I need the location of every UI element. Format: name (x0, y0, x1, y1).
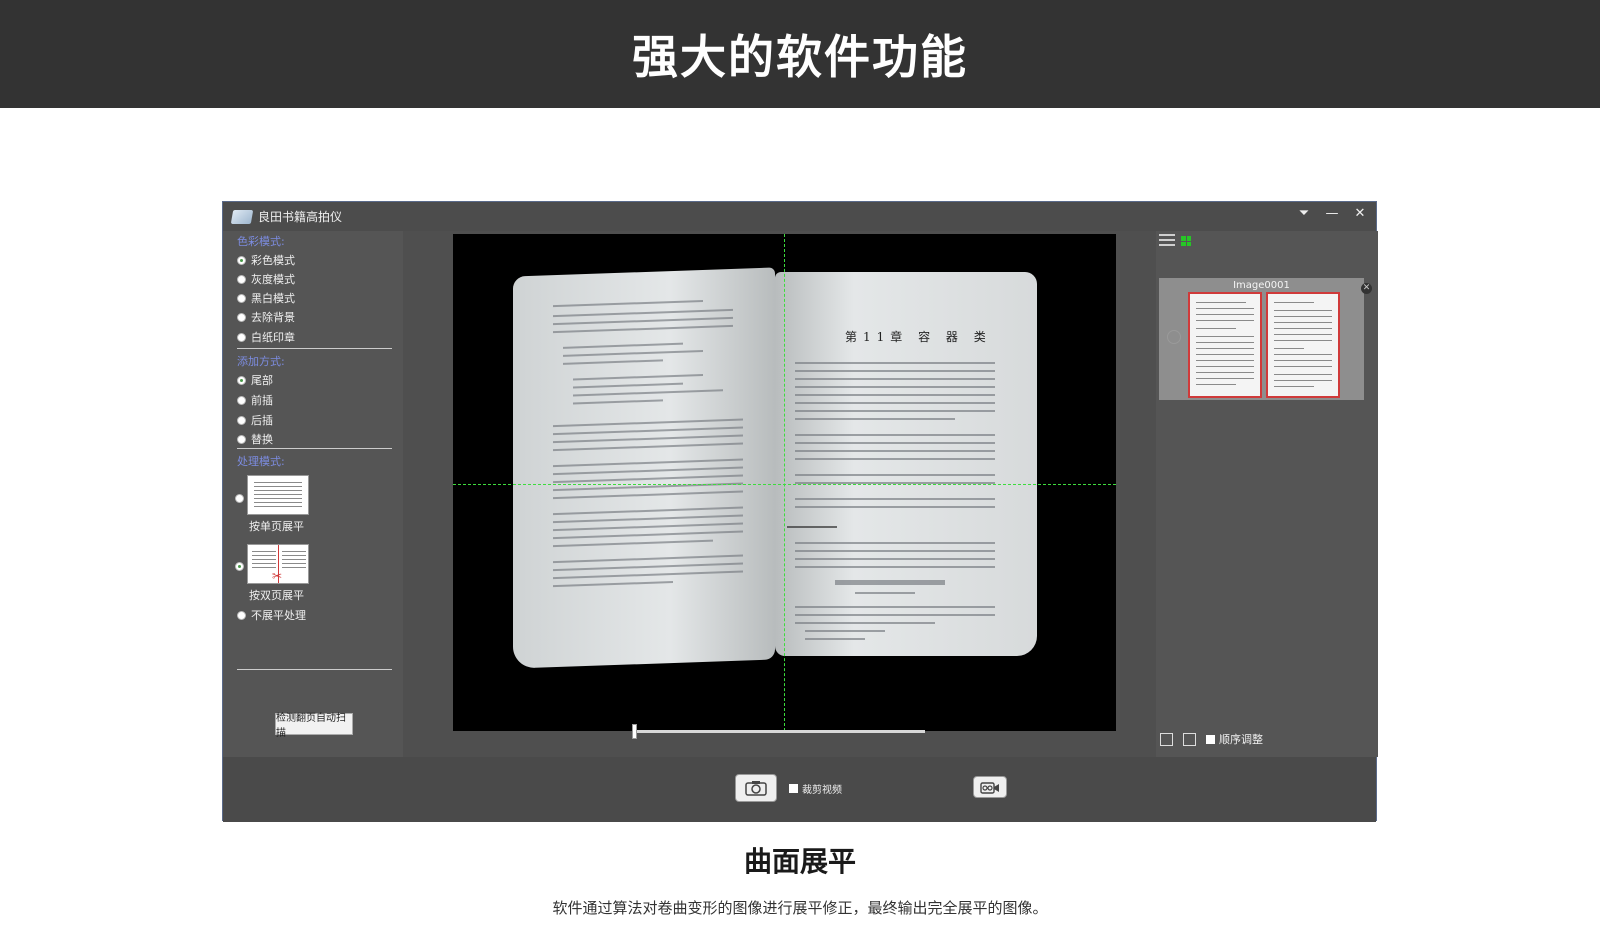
option-label: 替换 (251, 433, 273, 446)
radio[interactable] (237, 274, 246, 284)
settings-panel: 色彩模式: 彩色模式 灰度模式 黑白模式 去除背景 白纸印章 添加方式: 尾部 … (223, 231, 403, 757)
radio[interactable] (237, 293, 246, 303)
add-mode-option[interactable]: 替换 (237, 431, 273, 447)
feature-description: 软件通过算法对卷曲变形的图像进行展平修正，最终输出完全展平的图像。 (552, 899, 1048, 917)
radio[interactable] (237, 395, 246, 405)
radio[interactable] (237, 610, 246, 620)
thumbnail-toolbar: 顺序调整 (1160, 731, 1263, 747)
process-mode-label: 处理模式: (237, 455, 285, 468)
add-mode-option[interactable]: 前插 (237, 392, 273, 408)
option-label: 去除背景 (251, 311, 295, 324)
left-page (513, 267, 775, 669)
camera-icon (745, 781, 767, 796)
divider (237, 669, 392, 670)
option-label: 后插 (251, 414, 273, 427)
thumbnail-panel: Image0001 ✕ 顺序调整 (1156, 231, 1378, 757)
option-label: 灰度模式 (251, 273, 295, 286)
app-title: 良田书籍高拍仪 (258, 210, 343, 224)
color-mode-option[interactable]: 白纸印章 (237, 329, 295, 345)
horizontal-guide-line (453, 484, 1116, 485)
preview-area: 第11章 容 器 类 (403, 231, 1156, 757)
app-window: 良田书籍高拍仪 ⏷ — ✕ 色彩模式: 彩色模式 灰度模式 黑白模式 去除背景 … (222, 201, 1378, 822)
title-bar: 良田书籍高拍仪 ⏷ — ✕ (223, 202, 1376, 231)
no-flatten-option[interactable]: 不展平处理 (237, 607, 306, 623)
detail-list-icon[interactable] (1160, 732, 1173, 746)
video-record-icon (980, 781, 999, 794)
radio[interactable] (235, 494, 244, 503)
detect-page-turn-button[interactable]: 检测翻页自动扫描 (275, 713, 353, 739)
option-label: 彩色模式 (251, 254, 295, 267)
grid-view-icon[interactable] (1179, 234, 1193, 248)
camera-preview[interactable]: 第11章 容 器 类 (453, 234, 1116, 731)
radio-selected[interactable] (237, 375, 246, 385)
single-page-preview[interactable] (247, 475, 309, 515)
checkbox[interactable] (789, 784, 798, 793)
thumbnail-page-right (1266, 292, 1340, 398)
right-page: 第11章 容 器 类 (775, 272, 1037, 656)
color-mode-option[interactable]: 彩色模式 (237, 252, 295, 268)
capture-button[interactable] (735, 774, 777, 802)
radio[interactable] (237, 332, 246, 342)
window-controls: ⏷ — ✕ (1296, 206, 1368, 221)
crop-video-checkbox[interactable]: 裁剪视频 (789, 781, 842, 796)
add-mode-option[interactable]: 后插 (237, 412, 273, 428)
color-mode-option[interactable]: 灰度模式 (237, 271, 295, 287)
zoom-slider[interactable] (635, 730, 925, 733)
scanned-book-image: 第11章 容 器 类 (513, 267, 1038, 669)
single-page-label: 按单页展平 (249, 520, 304, 533)
divider (237, 448, 392, 449)
option-label: 黑白模式 (251, 292, 295, 305)
thumbnail-select[interactable] (1167, 330, 1181, 344)
divider (237, 348, 392, 349)
top-banner: 强大的软件功能 (0, 0, 1600, 108)
radio[interactable] (237, 434, 246, 444)
color-mode-label: 色彩模式: (237, 235, 285, 248)
feature-title: 曲面展平 (743, 845, 856, 878)
option-label: 不展平处理 (251, 609, 306, 622)
double-page-label: 按双页展平 (249, 589, 304, 602)
dropdown-icon[interactable]: ⏷ (1296, 206, 1312, 221)
thumbnail-name: Image0001 (1233, 280, 1290, 291)
color-mode-option[interactable]: 去除背景 (237, 309, 295, 325)
close-button[interactable]: ✕ (1352, 206, 1368, 221)
radio-selected[interactable] (235, 562, 244, 571)
list-view-icon[interactable] (1159, 234, 1175, 248)
option-label: 尾部 (251, 374, 273, 387)
option-label: 白纸印章 (251, 331, 295, 344)
add-mode-option[interactable]: 尾部 (237, 372, 273, 388)
option-label: 前插 (251, 394, 273, 407)
book-icon (230, 209, 254, 224)
vertical-guide-line (784, 234, 785, 731)
banner-title: 强大的软件功能 (632, 30, 968, 84)
add-mode-label: 添加方式: (237, 355, 285, 368)
crop-video-label: 裁剪视频 (802, 785, 842, 796)
thumbnail-item[interactable]: Image0001 (1159, 278, 1364, 400)
minimize-button[interactable]: — (1324, 206, 1340, 221)
radio[interactable] (237, 415, 246, 425)
slider-handle[interactable] (632, 724, 637, 739)
view-toggle (1159, 234, 1193, 248)
remove-thumbnail-icon[interactable]: ✕ (1361, 283, 1372, 294)
color-mode-option[interactable]: 黑白模式 (237, 290, 295, 306)
capture-toolbar: 裁剪视频 (223, 757, 1376, 822)
chapter-heading: 第11章 容 器 类 (845, 330, 992, 344)
radio-selected[interactable] (237, 255, 246, 265)
order-adjust-checkbox[interactable]: 顺序调整 (1206, 731, 1263, 747)
record-video-button[interactable] (973, 776, 1007, 798)
order-adjust-label: 顺序调整 (1219, 733, 1263, 746)
trash-icon[interactable] (1183, 732, 1196, 746)
double-page-preview[interactable]: ✂ (247, 544, 309, 584)
thumbnail-page-left (1188, 292, 1262, 398)
radio[interactable] (237, 312, 246, 322)
checkbox[interactable] (1206, 734, 1215, 744)
scissors-icon: ✂ (272, 569, 283, 583)
